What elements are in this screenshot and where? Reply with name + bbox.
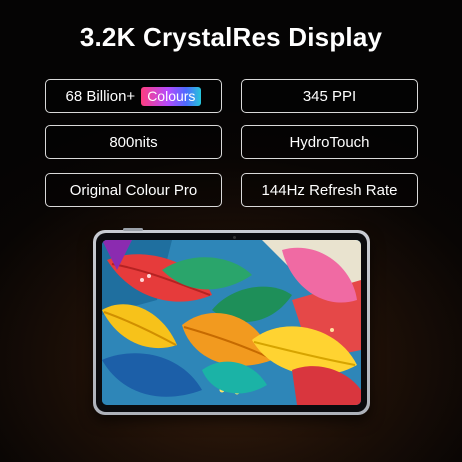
spec-refresh: 144Hz Refresh Rate (241, 173, 418, 207)
spec-touch: HydroTouch (241, 125, 418, 159)
camera-icon (233, 236, 236, 239)
spec-colour-pro: Original Colour Pro (45, 173, 222, 207)
spec-colors-label: 68 Billion+ (65, 87, 136, 105)
tablet-screen (102, 240, 361, 405)
spec-colour-pro-label: Original Colour Pro (69, 181, 198, 199)
page-title: 3.2K CrystalRes Display (79, 22, 383, 52)
spec-colors: 68 Billion+ Colours (45, 79, 222, 113)
tablet-device (93, 228, 370, 415)
tablet-button (123, 228, 143, 231)
spec-brightness-label: 800nits (109, 133, 158, 151)
abstract-leaves-artwork (102, 240, 361, 405)
spec-refresh-label: 144Hz Refresh Rate (261, 181, 398, 199)
spec-touch-label: HydroTouch (289, 133, 370, 151)
spec-ppi: 345 PPI (241, 79, 418, 113)
spec-brightness: 800nits (45, 125, 222, 159)
tablet-bezel (96, 233, 367, 412)
spec-ppi-label: 345 PPI (302, 87, 357, 105)
colours-badge: Colours (141, 86, 202, 106)
